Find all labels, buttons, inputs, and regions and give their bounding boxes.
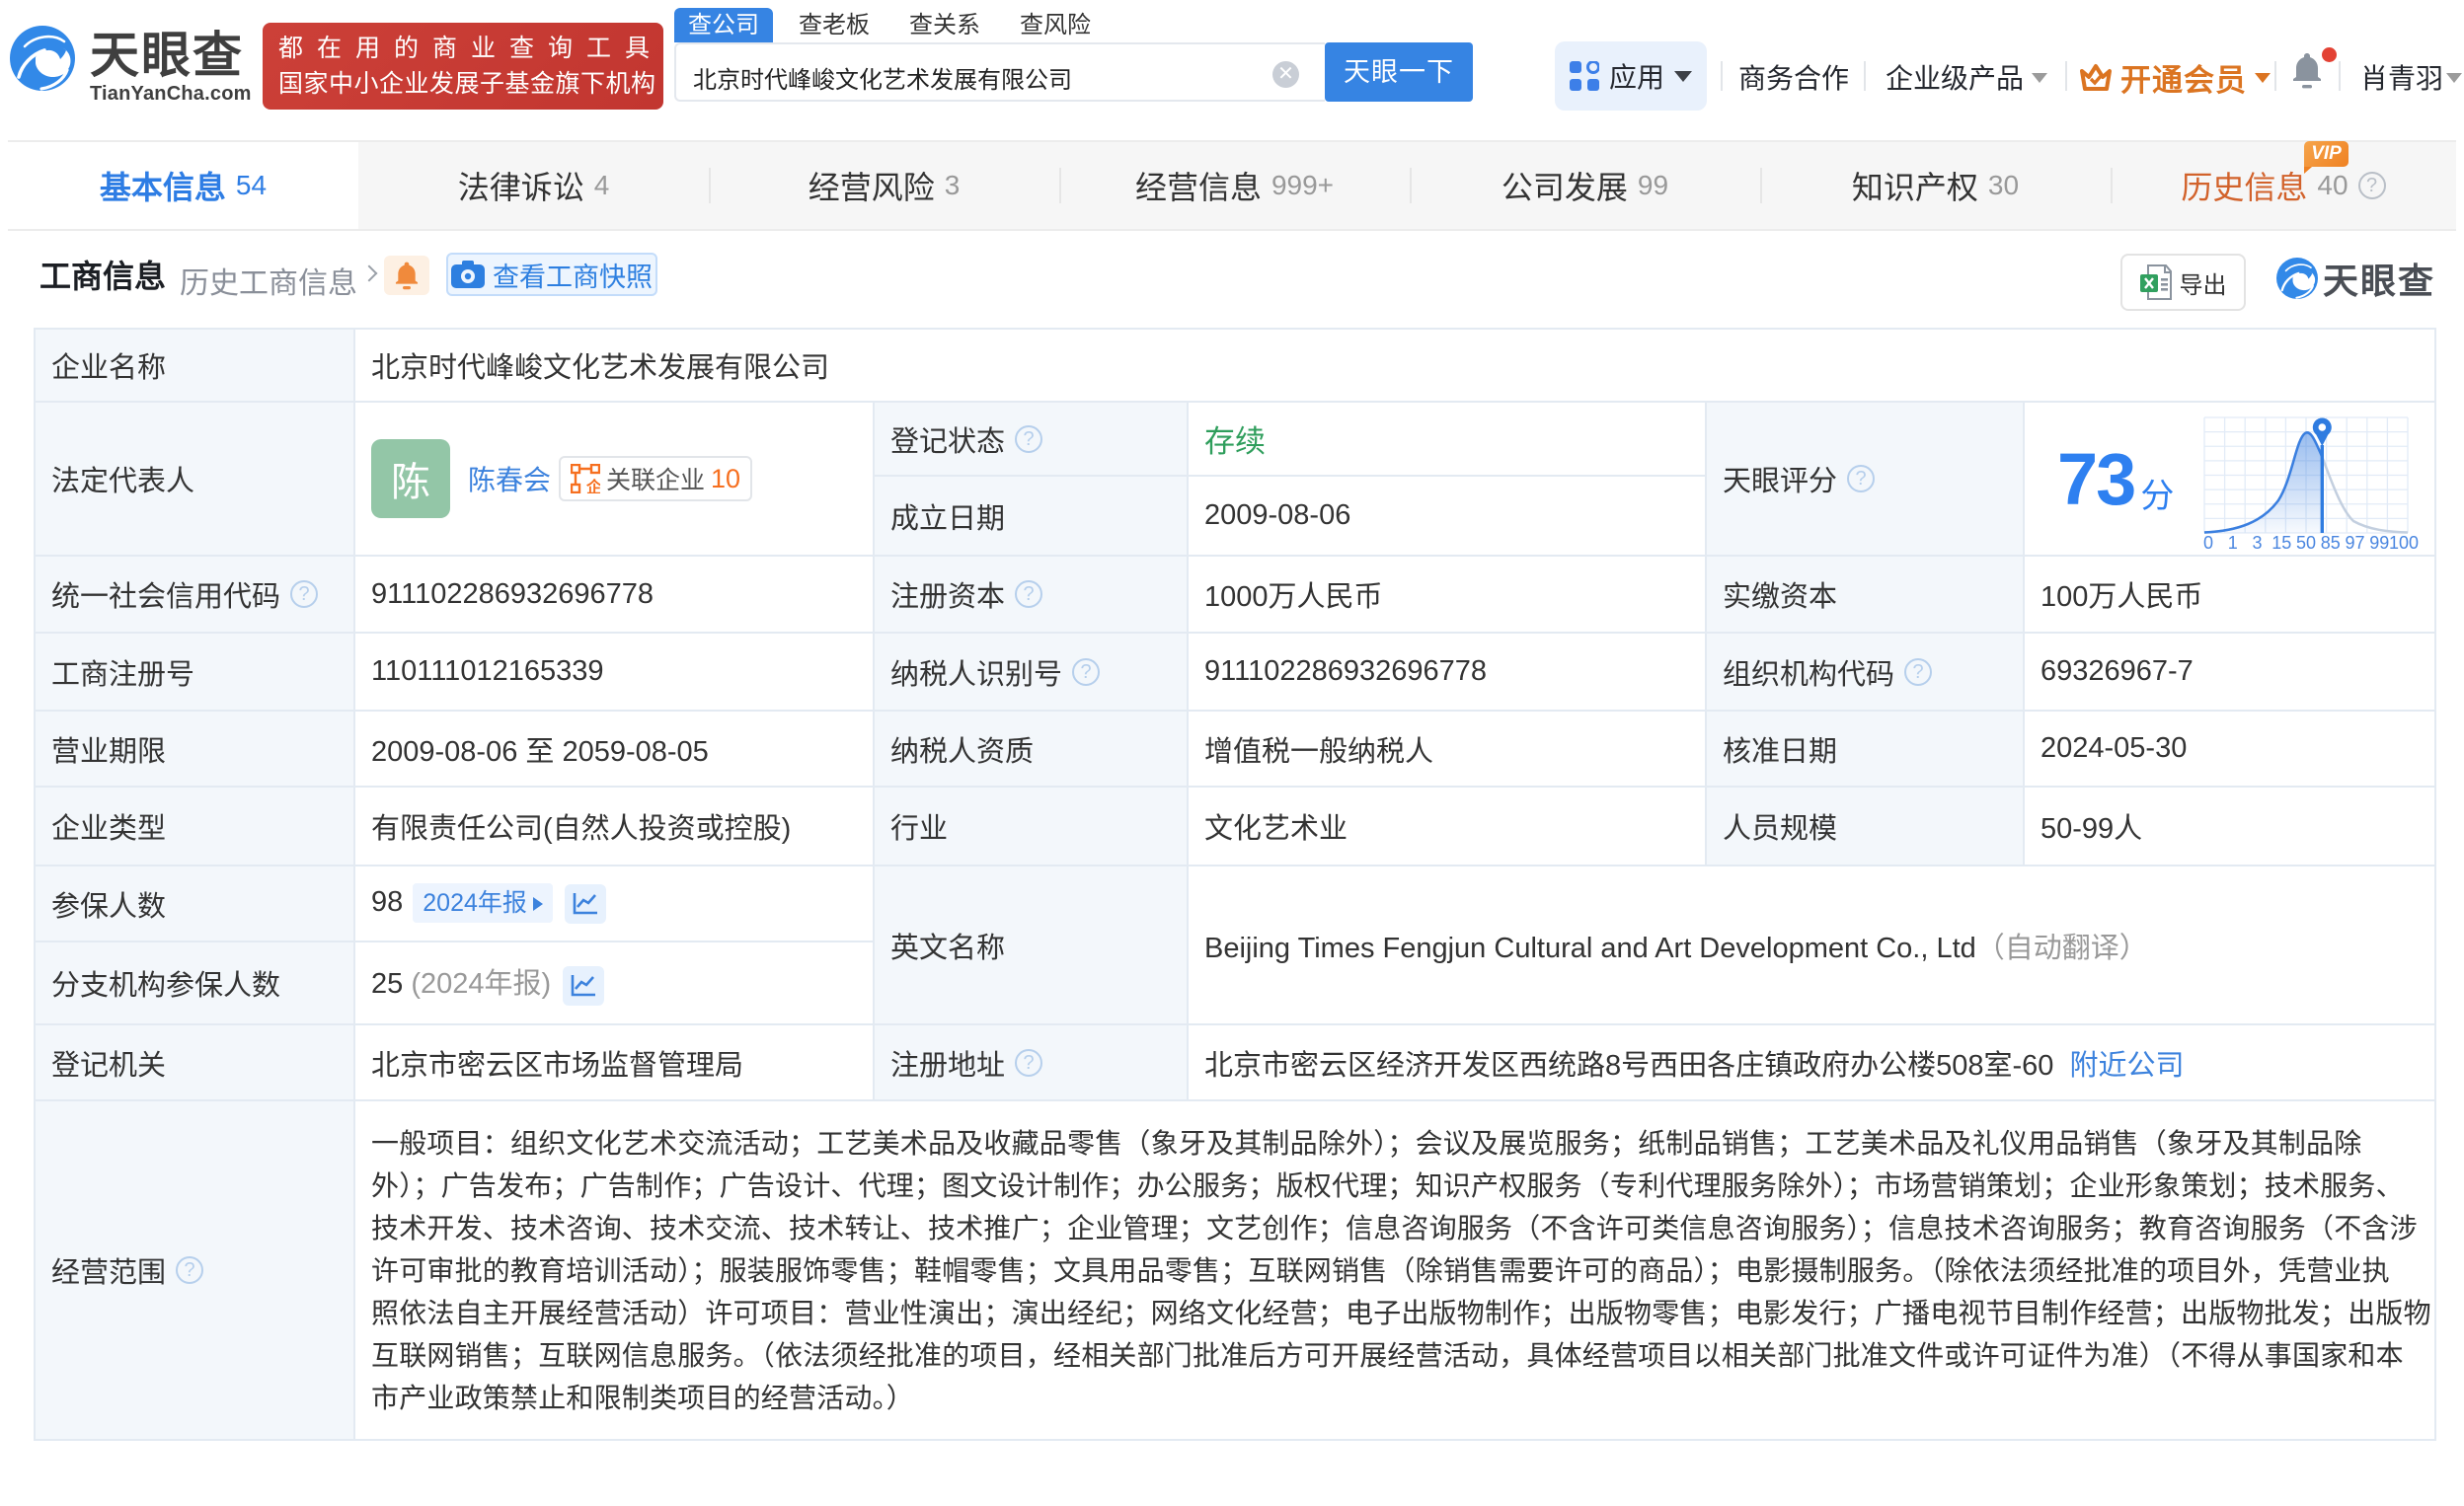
svg-text:99: 99 — [2369, 533, 2389, 553]
svg-text:1: 1 — [2228, 533, 2238, 553]
svg-text:0: 0 — [2203, 533, 2213, 553]
svg-text:3: 3 — [2253, 533, 2263, 553]
svg-text:企: 企 — [585, 478, 600, 493]
svg-text:85: 85 — [2321, 533, 2341, 553]
svg-text:100: 100 — [2389, 533, 2419, 553]
svg-text:97: 97 — [2346, 533, 2365, 553]
svg-text:15: 15 — [2272, 533, 2291, 553]
svg-text:50: 50 — [2296, 533, 2316, 553]
